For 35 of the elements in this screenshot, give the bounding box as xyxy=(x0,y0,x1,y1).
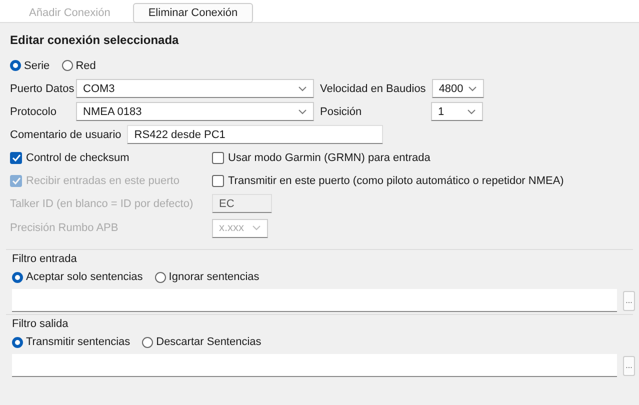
group-title: Filtro entrada xyxy=(12,253,77,265)
checkbox[interactable]: Control de checksum xyxy=(10,152,206,164)
field-label: Precisión Rumbo APB xyxy=(10,222,120,234)
filter-field[interactable] xyxy=(12,289,617,312)
chevron-down-icon xyxy=(252,225,261,231)
radio-button[interactable]: Descartar Sentencias xyxy=(142,336,262,348)
radio-button[interactable]: Serie xyxy=(10,60,50,72)
checkbox[interactable]: Transmitir en este puerto (como piloto automático o repetidor NMEA) xyxy=(212,174,564,186)
position-dropdown[interactable]: 1 xyxy=(431,102,483,121)
section-title: Editar conexión seleccionada xyxy=(10,33,180,47)
group-title: Filtro salida xyxy=(12,318,68,330)
checkbox[interactable]: Usar modo Garmin (GRMN) para entrada xyxy=(212,152,430,164)
radio-button[interactable]: Red xyxy=(62,60,96,72)
chevron-down-icon xyxy=(298,86,307,92)
checkmark-icon xyxy=(12,176,20,184)
field-label: Velocidad en Baudios xyxy=(320,82,426,94)
radio-button[interactable]: Aceptar solo sentencias xyxy=(12,271,143,283)
radio-button[interactable]: Ignorar sentencias xyxy=(154,271,260,283)
chevron-down-icon xyxy=(298,108,307,114)
field-label: Talker ID (en blanco = ID por defecto) xyxy=(10,198,194,210)
checkmark-icon xyxy=(12,154,20,162)
filter-field[interactable] xyxy=(12,354,617,377)
field-label: Comentario de usuario xyxy=(10,128,122,140)
toolbar-button[interactable]: Eliminar Conexión xyxy=(133,3,253,23)
port-dropdown[interactable]: COM3 xyxy=(76,79,314,98)
protocol-dropdown[interactable]: NMEA 0183 xyxy=(76,102,314,121)
browse-button[interactable]: ... xyxy=(623,290,635,310)
baud-dropdown[interactable]: 4800 xyxy=(432,79,484,98)
browse-button[interactable]: ... xyxy=(623,356,635,376)
chevron-down-icon xyxy=(467,108,476,114)
field-label: Protocolo xyxy=(10,106,58,118)
radio-button[interactable]: Transmitir sentencias xyxy=(12,336,130,348)
comment-field[interactable]: RS422 desde PC1 xyxy=(127,125,384,144)
field-label: Posición xyxy=(320,106,363,118)
chevron-down-icon xyxy=(468,86,477,92)
